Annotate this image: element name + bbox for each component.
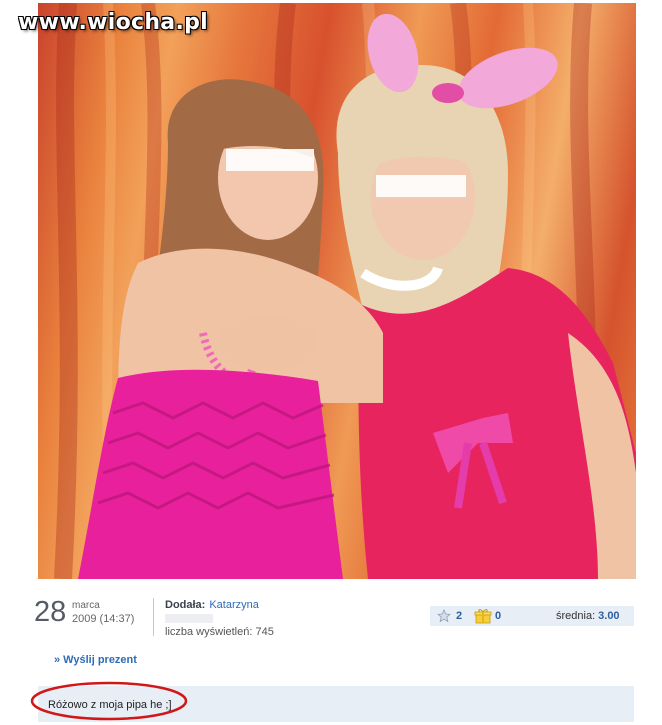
- rating: średnia: 3.00: [556, 610, 620, 622]
- added-by-label: Dodała:: [165, 599, 206, 611]
- star-icon[interactable]: [437, 609, 451, 623]
- main-photo: [38, 3, 636, 579]
- views-value: 745: [255, 626, 274, 638]
- star-count: 2: [456, 610, 463, 622]
- site-watermark: www.wiocha.pl: [18, 10, 208, 35]
- gift-icon[interactable]: [474, 608, 492, 624]
- meta-divider: [153, 598, 154, 636]
- date-month: marca: [72, 600, 100, 611]
- views-label: liczba wyświetleń:: [165, 626, 253, 638]
- rating-label: średnia:: [556, 610, 596, 622]
- send-gift-link[interactable]: » Wyślij prezent: [54, 654, 137, 666]
- added-by: Dodała: Katarzyna: [165, 599, 259, 611]
- author-link[interactable]: Katarzyna: [209, 599, 259, 611]
- red-annotation-circle: [30, 681, 188, 721]
- date-day: 28: [34, 596, 67, 628]
- rating-value: 3.00: [598, 610, 620, 622]
- views-count: liczba wyświetleń: 745: [165, 626, 274, 638]
- date-year-time: 2009 (14:37): [72, 613, 135, 625]
- gift-count: 0: [495, 610, 502, 622]
- author-redacted-block: [165, 614, 213, 623]
